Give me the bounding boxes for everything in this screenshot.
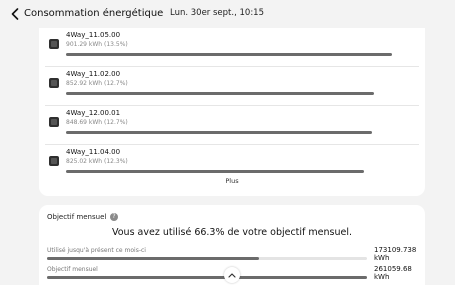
used-value: 173109.738 kWh xyxy=(374,246,416,262)
device-name: 4Way_11.05.00 xyxy=(66,31,121,39)
device-consumption: 848.69 kWh (12.7%) xyxy=(66,119,128,126)
goal-title: Objectif mensuel xyxy=(47,213,107,221)
device-share-bar xyxy=(66,53,392,56)
top-bar: Consommation énergétique Lun. 30er sept.… xyxy=(0,0,455,28)
device-name: 4Way_12.00.01 xyxy=(66,109,121,117)
device-row[interactable]: 4Way_12.00.01 848.69 kWh (12.7%) xyxy=(39,106,425,145)
info-icon[interactable]: ? xyxy=(110,213,118,221)
device-share-bar xyxy=(66,170,364,173)
used-label: Utilisé jusqu'à présent ce mois-ci xyxy=(47,247,146,254)
device-icon xyxy=(49,39,59,49)
goal-headline: Vous avez utilisé 66.3% de votre objecti… xyxy=(111,227,353,238)
target-value: 261059.68 kWh xyxy=(374,265,412,281)
used-progress-track xyxy=(47,257,367,260)
chevron-left-icon xyxy=(11,8,19,20)
more-button[interactable]: Plus xyxy=(39,177,425,185)
device-name: 4Way_11.04.00 xyxy=(66,148,121,156)
device-icon xyxy=(49,156,59,166)
chevron-up-icon xyxy=(228,273,236,278)
used-progress-fill xyxy=(47,257,260,260)
device-consumption: 901.29 kWh (13.5%) xyxy=(66,41,128,48)
device-consumption: 825.02 kWh (12.3%) xyxy=(66,158,128,165)
device-row[interactable]: 4Way_11.02.00 852.92 kWh (12.7%) xyxy=(39,67,425,106)
target-number: 261059.68 xyxy=(374,265,412,273)
target-progress-track xyxy=(47,276,367,279)
used-number: 173109.738 xyxy=(374,246,417,254)
device-icon xyxy=(49,78,59,88)
device-list-card: 4Way_11.05.00 901.29 kWh (13.5%) 4Way_11… xyxy=(39,28,425,196)
target-label: Objectif mensuel xyxy=(47,266,98,273)
back-button[interactable] xyxy=(8,6,22,22)
device-row[interactable]: 4Way_11.05.00 901.29 kWh (13.5%) xyxy=(39,28,425,67)
scroll-up-button[interactable] xyxy=(224,267,240,283)
target-progress-fill xyxy=(47,276,367,279)
used-unit: kWh xyxy=(374,254,390,262)
device-share-bar xyxy=(66,131,372,134)
device-share-bar xyxy=(66,92,374,95)
target-unit: kWh xyxy=(374,273,390,281)
device-icon xyxy=(49,117,59,127)
date-time: Lun. 30er sept., 10:15 xyxy=(170,8,264,18)
device-consumption: 852.92 kWh (12.7%) xyxy=(66,80,128,87)
page-title: Consommation énergétique xyxy=(24,8,164,19)
device-name: 4Way_11.02.00 xyxy=(66,70,121,78)
